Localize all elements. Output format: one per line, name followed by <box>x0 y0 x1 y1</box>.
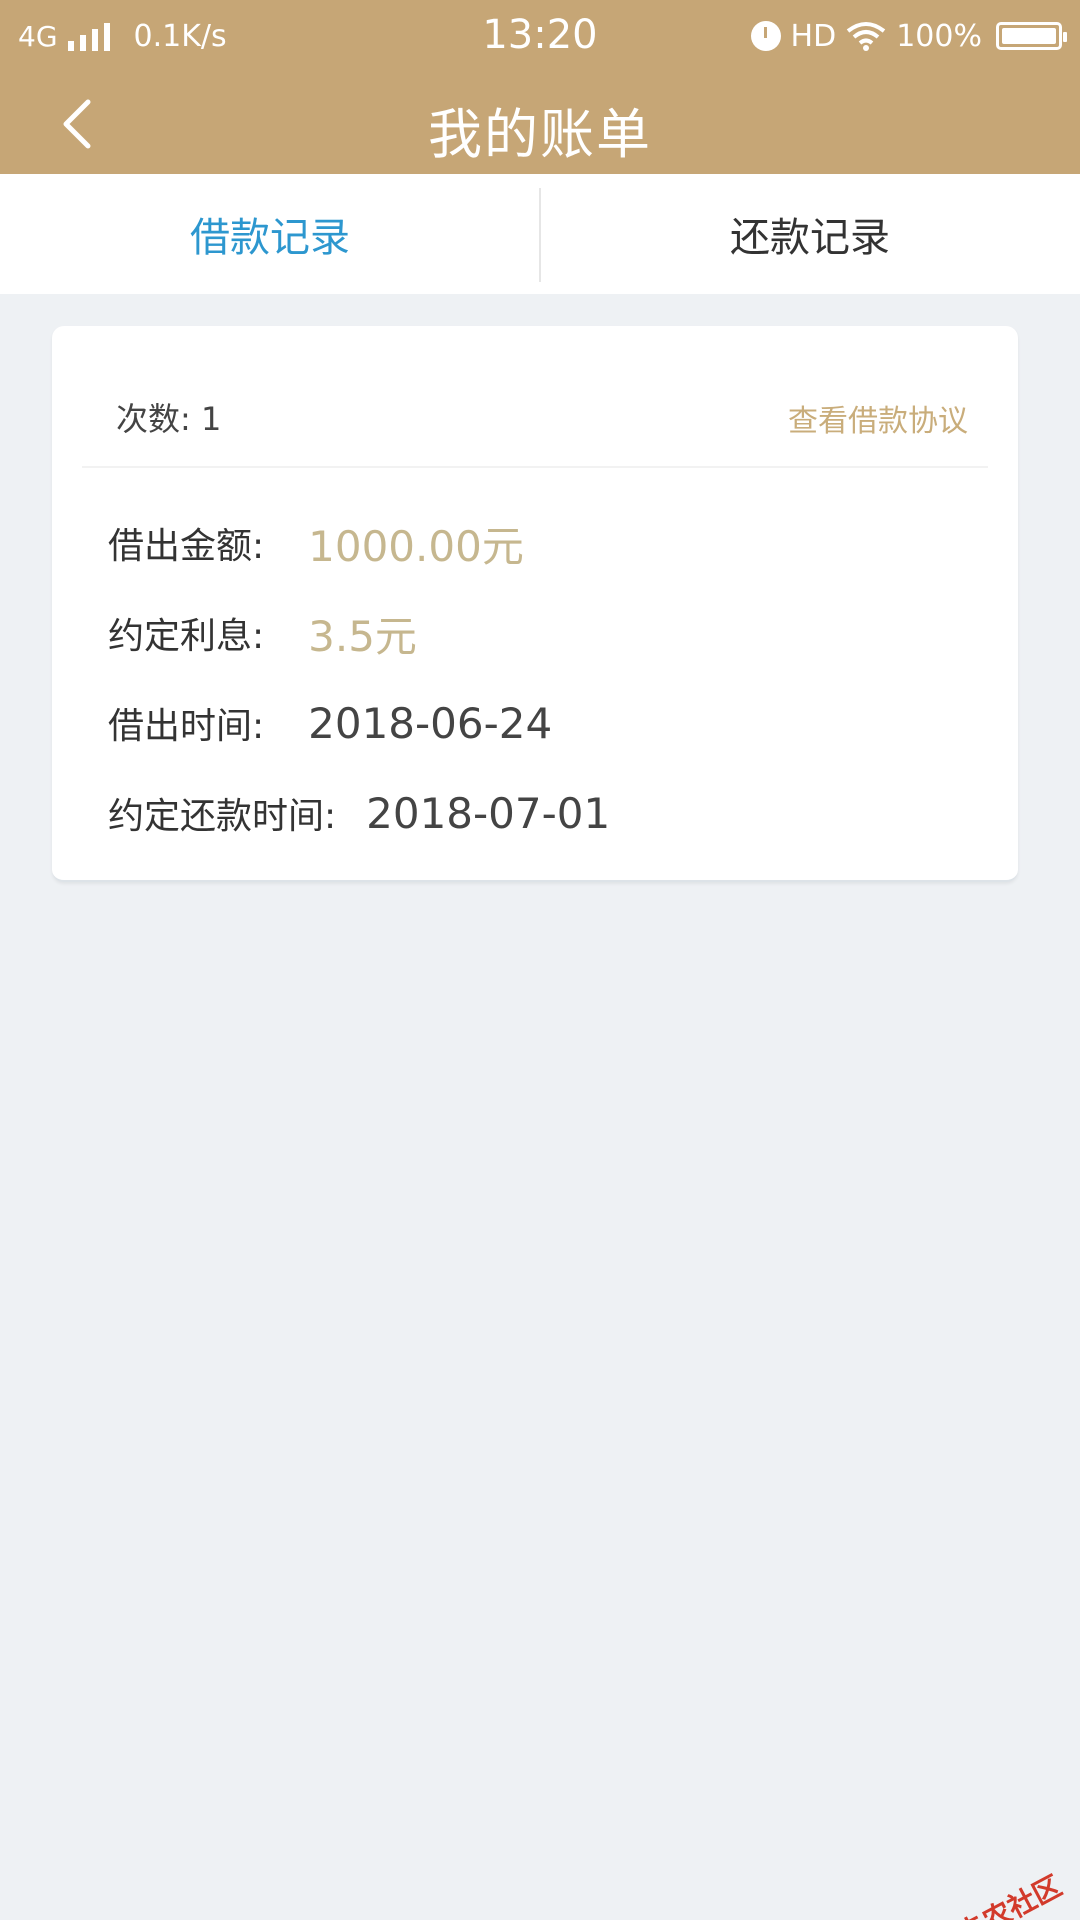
watermark-text: 卡农社区 <box>952 1869 1068 1920</box>
count-text: 次数: 1 <box>116 394 221 440</box>
header-bar: 4G 0.1K/s 13:20 HD 100% 我的账单 <box>0 0 1080 174</box>
tab-repayment-records[interactable]: 还款记录 <box>540 174 1080 294</box>
battery-percent: 100% <box>896 18 982 54</box>
tab-divider <box>539 188 541 282</box>
count-separator: : <box>180 400 201 438</box>
hd-indicator: HD <box>790 18 837 54</box>
detail-row-interest: 约定利息: 3.5元 <box>108 588 610 678</box>
view-agreement-link[interactable]: 查看借款协议 <box>788 396 968 440</box>
watermark-logo: 卡农社区 <box>927 1865 1068 1920</box>
tab-loan-records[interactable]: 借款记录 <box>0 174 540 294</box>
detail-row-amount: 借出金额: 1000.00元 <box>108 498 610 588</box>
status-right: HD 100% <box>750 16 1067 56</box>
app-screen: 4G 0.1K/s 13:20 HD 100% 我的账单 借款记录 还款记录 次… <box>0 0 1080 1920</box>
record-details: 借出金额: 1000.00元 约定利息: 3.5元 借出时间: 2018-06-… <box>108 498 610 858</box>
battery-icon <box>996 22 1067 50</box>
amount-value: 1000.00元 <box>308 521 524 571</box>
amount-label: 借出金额: <box>108 526 265 567</box>
interest-value: 3.5元 <box>308 611 417 661</box>
interest-label: 约定利息: <box>108 616 265 657</box>
tab-bar: 借款记录 还款记录 <box>0 174 1080 294</box>
card-header: 次数: 1 查看借款协议 <box>82 370 988 468</box>
loan-date-value: 2018-06-24 <box>308 698 553 748</box>
wifi-icon <box>846 21 886 51</box>
count-value: 1 <box>200 400 222 438</box>
count-label: 次数 <box>116 400 181 438</box>
loan-date-label: 借出时间: <box>108 706 265 747</box>
detail-row-due-date: 约定还款时间: 2018-07-01 <box>108 768 610 858</box>
detail-row-loan-date: 借出时间: 2018-06-24 <box>108 678 610 768</box>
title-bar: 我的账单 <box>0 74 1080 174</box>
page-title: 我的账单 <box>428 103 652 166</box>
status-bar: 4G 0.1K/s 13:20 HD 100% <box>0 0 1080 74</box>
alarm-icon <box>750 21 781 51</box>
loan-record-card: 次数: 1 查看借款协议 借出金额: 1000.00元 约定利息: 3.5元 借… <box>52 326 1018 882</box>
due-date-value: 2018-07-01 <box>366 788 611 838</box>
due-date-label: 约定还款时间: <box>108 796 337 837</box>
